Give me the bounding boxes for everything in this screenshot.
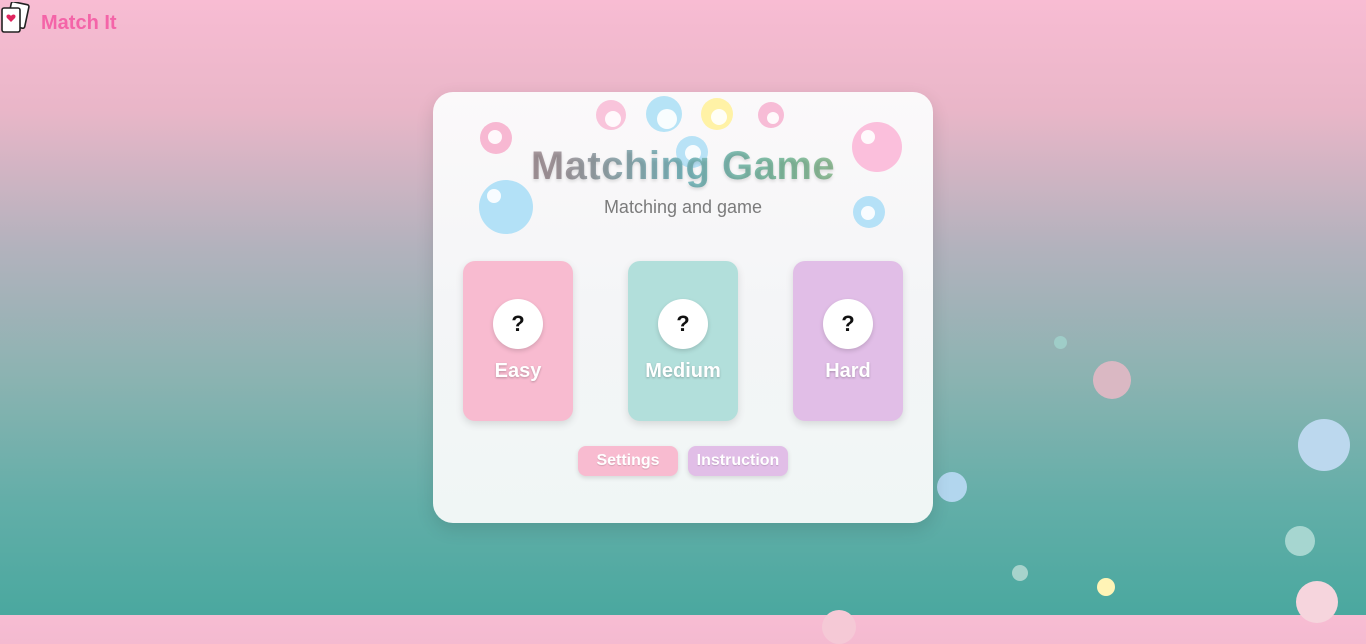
level-card-medium[interactable]: ? Medium <box>628 261 738 421</box>
floating-bubble <box>1054 336 1067 349</box>
floating-bubble <box>1285 526 1315 556</box>
decorative-bubble <box>596 100 626 130</box>
floating-bubble <box>1093 361 1131 399</box>
instruction-button[interactable]: Instruction <box>688 446 788 476</box>
decorative-bubble <box>646 96 682 132</box>
settings-button[interactable]: Settings <box>578 446 678 476</box>
decorative-bubble <box>758 102 784 128</box>
floating-bubble <box>1097 578 1115 596</box>
level-card-easy[interactable]: ? Easy <box>463 261 573 421</box>
floating-bubble <box>1298 419 1350 471</box>
level-label-hard: Hard <box>825 360 871 382</box>
floating-bubble <box>1012 565 1028 581</box>
question-mark-icon: ? <box>823 299 873 349</box>
level-label-medium: Medium <box>645 360 721 382</box>
game-menu-panel: Matching Game Matching and game ? Easy ?… <box>433 92 933 523</box>
game-title: Matching Game <box>433 144 933 189</box>
floating-bubble <box>1296 581 1338 623</box>
floating-bubble <box>822 610 856 644</box>
game-subtitle: Matching and game <box>603 197 763 217</box>
decorative-bubble <box>701 98 733 130</box>
app-title[interactable]: Match It <box>41 12 117 35</box>
playing-cards-icon <box>1 2 30 33</box>
level-label-easy: Easy <box>494 360 542 382</box>
floating-bubble <box>937 472 967 502</box>
question-mark-icon: ? <box>493 299 543 349</box>
question-mark-icon: ? <box>658 299 708 349</box>
level-card-hard[interactable]: ? Hard <box>793 261 903 421</box>
